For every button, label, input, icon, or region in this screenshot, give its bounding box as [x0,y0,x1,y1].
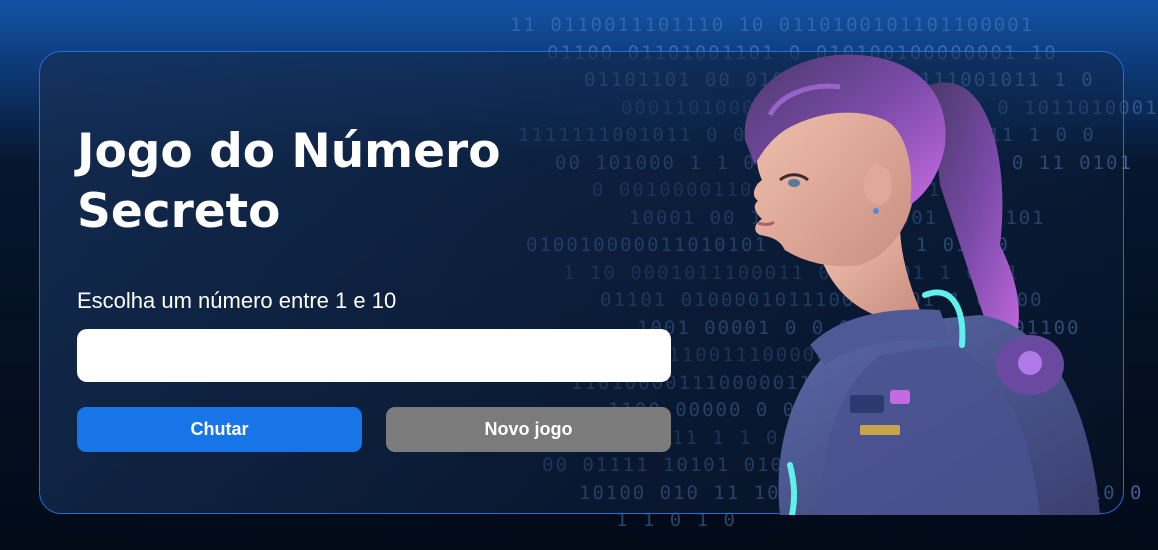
guess-button[interactable]: Chutar [77,407,362,452]
page-title: Jogo do Número Secreto [77,124,501,239]
new-game-button[interactable]: Novo jogo [386,407,671,452]
instruction-text: Escolha um número entre 1 e 10 [77,288,397,313]
game-content: Jogo do Número Secreto Escolha um número… [77,122,671,452]
astronaut-girl-illustration [744,54,1100,515]
button-row: Chutar Novo jogo [77,407,671,452]
guess-input[interactable] [77,329,671,382]
binary-code-row: 11 0110011101110 10 0110100101101100001 [510,14,1035,36]
